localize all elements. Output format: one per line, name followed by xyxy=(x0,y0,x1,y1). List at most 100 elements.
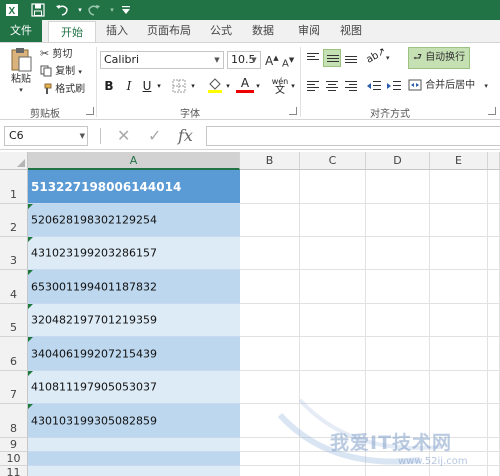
cell[interactable] xyxy=(300,237,366,270)
save-icon[interactable] xyxy=(30,2,46,18)
cancel-icon[interactable]: ✕ xyxy=(117,127,130,145)
tab-formulas[interactable]: 公式 xyxy=(204,20,238,42)
cell-a[interactable]: 430103199305082859 xyxy=(28,404,240,438)
row-header[interactable]: 4 xyxy=(0,270,28,304)
cell-a[interactable]: 431023199203286157 xyxy=(28,237,240,270)
tab-home[interactable]: 开始 xyxy=(48,21,96,43)
row-header[interactable]: 8 xyxy=(0,404,28,438)
cell[interactable] xyxy=(488,466,500,476)
cell[interactable] xyxy=(430,371,488,404)
cut-button[interactable]: ✂ 剪切 xyxy=(40,47,72,62)
font-size-select[interactable]: 10.5 ▼ xyxy=(227,51,261,69)
align-center-button[interactable] xyxy=(323,77,341,95)
fill-color-button[interactable] xyxy=(206,77,224,95)
cell[interactable] xyxy=(430,466,488,476)
cell[interactable] xyxy=(430,337,488,371)
undo-icon[interactable] xyxy=(54,2,70,18)
bold-button[interactable]: B xyxy=(100,77,118,95)
cell[interactable] xyxy=(488,304,500,337)
customize-qat-icon[interactable] xyxy=(118,2,134,18)
align-bottom-button[interactable] xyxy=(342,49,360,67)
row-header[interactable]: 6 xyxy=(0,337,28,371)
underline-dropdown-icon[interactable]: ▾ xyxy=(154,77,164,95)
orientation-dropdown-icon[interactable]: ▾ xyxy=(386,51,390,65)
tab-data[interactable]: 数据 xyxy=(246,20,280,42)
alignment-dialog-launcher-icon[interactable] xyxy=(488,107,496,115)
grow-font-button[interactable]: A▲ xyxy=(265,51,279,68)
cell-a[interactable] xyxy=(28,466,240,476)
cell[interactable] xyxy=(366,270,430,304)
row-header[interactable]: 9 xyxy=(0,438,28,452)
cell[interactable] xyxy=(240,466,300,476)
cell[interactable] xyxy=(430,170,488,204)
cell-a[interactable]: 410811197905053037 xyxy=(28,371,240,404)
fill-color-dropdown-icon[interactable]: ▾ xyxy=(223,77,233,95)
borders-button[interactable] xyxy=(170,77,188,95)
cell[interactable] xyxy=(366,170,430,204)
tab-review[interactable]: 审阅 xyxy=(292,20,326,42)
tab-insert[interactable]: 插入 xyxy=(100,20,134,42)
row-header[interactable]: 11 xyxy=(0,466,28,476)
cell[interactable] xyxy=(300,270,366,304)
cell[interactable] xyxy=(300,466,366,476)
cell-a[interactable]: 340406199207215439 xyxy=(28,337,240,371)
tab-file[interactable]: 文件 xyxy=(0,20,42,42)
phonetic-button[interactable]: wén 文 xyxy=(270,77,290,96)
formula-input[interactable] xyxy=(206,126,500,146)
row-header[interactable]: 3 xyxy=(0,237,28,270)
cell[interactable] xyxy=(300,170,366,204)
clipboard-dialog-launcher-icon[interactable] xyxy=(86,107,94,115)
cell[interactable] xyxy=(488,170,500,204)
phonetic-dropdown-icon[interactable]: ▾ xyxy=(289,77,297,95)
name-box[interactable]: C6 ▼ xyxy=(4,126,88,146)
wrap-text-button[interactable]: ⮐ 自动换行 xyxy=(408,47,471,69)
cell[interactable] xyxy=(240,304,300,337)
cell[interactable] xyxy=(240,404,300,438)
enter-icon[interactable]: ✓ xyxy=(148,127,161,145)
select-all-button[interactable] xyxy=(0,152,28,170)
cell[interactable] xyxy=(488,204,500,237)
cell[interactable] xyxy=(240,204,300,237)
cell[interactable] xyxy=(366,304,430,337)
cell[interactable] xyxy=(488,337,500,371)
redo-icon[interactable] xyxy=(86,2,102,18)
tab-page-layout[interactable]: 页面布局 xyxy=(140,20,198,42)
decrease-indent-button[interactable] xyxy=(366,77,384,95)
column-header-f[interactable] xyxy=(488,152,500,170)
cell[interactable] xyxy=(300,204,366,237)
orientation-button[interactable]: ab↗ xyxy=(364,46,388,67)
cell[interactable] xyxy=(488,404,500,438)
cell[interactable] xyxy=(240,270,300,304)
cell[interactable] xyxy=(366,337,430,371)
column-header-b[interactable]: B xyxy=(240,152,300,170)
cell[interactable] xyxy=(430,204,488,237)
cell[interactable] xyxy=(366,466,430,476)
align-left-button[interactable] xyxy=(304,77,322,95)
font-dialog-launcher-icon[interactable] xyxy=(289,107,297,115)
cell-a[interactable]: 653001199401187832 xyxy=(28,270,240,304)
cell[interactable] xyxy=(430,304,488,337)
font-color-dropdown-icon[interactable]: ▾ xyxy=(253,77,263,95)
font-color-button[interactable]: A xyxy=(236,77,254,95)
cell-a[interactable] xyxy=(28,452,240,466)
cell[interactable] xyxy=(488,270,500,304)
cell[interactable] xyxy=(430,270,488,304)
font-name-select[interactable]: Calibri ▼ xyxy=(100,51,224,69)
merge-center-button[interactable]: 合并后居中 ▾ xyxy=(408,79,488,93)
tab-view[interactable]: 视图 xyxy=(334,20,368,42)
cell[interactable] xyxy=(300,337,366,371)
cell[interactable] xyxy=(366,371,430,404)
cell[interactable] xyxy=(240,237,300,270)
format-painter-button[interactable]: 格式刷 xyxy=(40,83,85,97)
copy-button[interactable]: 复制 ▾ xyxy=(40,65,82,79)
row-header[interactable]: 10 xyxy=(0,452,28,466)
row-header[interactable]: 7 xyxy=(0,371,28,404)
paste-button[interactable]: 粘贴 ▾ xyxy=(6,47,36,97)
column-header-d[interactable]: D xyxy=(366,152,430,170)
cell[interactable] xyxy=(240,438,300,452)
cell-a[interactable]: 520628198302129254 xyxy=(28,204,240,237)
shrink-font-button[interactable]: A▼ xyxy=(282,53,294,71)
cell-a[interactable]: 513227198006144014 xyxy=(28,170,240,204)
cell[interactable] xyxy=(240,170,300,204)
insert-function-icon[interactable]: fx xyxy=(178,127,193,145)
